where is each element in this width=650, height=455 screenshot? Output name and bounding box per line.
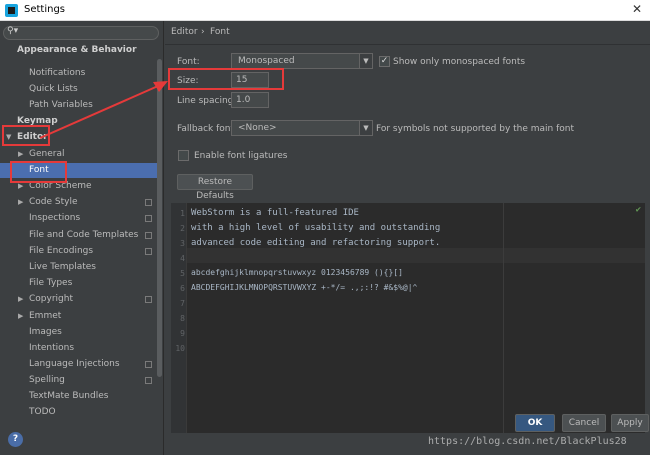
project-scope-icon bbox=[145, 361, 152, 368]
mono-only-label: Show only monospaced fonts bbox=[393, 57, 526, 67]
chevron-down-icon: ▼ bbox=[359, 121, 372, 135]
sidebar-item-code-style[interactable]: ▶ Code Style bbox=[0, 195, 158, 210]
sidebar-item-spelling[interactable]: Spelling bbox=[0, 373, 158, 388]
preview-line: abcdefghijklmnopqrstuvwxyz 0123456789 ()… bbox=[191, 268, 403, 277]
caret-row-highlight bbox=[187, 248, 645, 263]
sidebar-item-quick-lists[interactable]: Quick Lists bbox=[0, 82, 158, 97]
project-scope-icon bbox=[145, 232, 152, 239]
apply-button[interactable]: Apply bbox=[611, 414, 649, 432]
project-scope-icon bbox=[145, 296, 152, 303]
sidebar-item-appearance-behavior[interactable]: Appearance & Behavior bbox=[0, 43, 158, 58]
webstorm-app-icon bbox=[5, 4, 18, 17]
preview-line: advanced code editing and refactoring su… bbox=[191, 238, 441, 248]
annotation-box-size bbox=[168, 68, 284, 90]
close-icon[interactable]: ✕ bbox=[632, 2, 642, 16]
line-number: 2 bbox=[180, 224, 185, 233]
sidebar-item-file-types[interactable]: File Types bbox=[0, 276, 158, 291]
fallback-font-select[interactable]: <None> ▼ bbox=[231, 120, 373, 136]
line-number: 6 bbox=[180, 284, 185, 293]
annotation-box-font bbox=[10, 161, 67, 183]
line-number: 10 bbox=[175, 344, 185, 353]
checkmark-icon: ✔ bbox=[635, 205, 641, 215]
search-input[interactable]: ⚲▾ bbox=[3, 26, 159, 40]
line-spacing-input[interactable]: 1.0 bbox=[231, 92, 269, 108]
sidebar-item-file-code-templates[interactable]: File and Code Templates bbox=[0, 228, 158, 243]
sidebar-item-inspections[interactable]: Inspections bbox=[0, 211, 158, 226]
line-number: 9 bbox=[180, 329, 185, 338]
mono-only-checkbox[interactable]: ✓ bbox=[379, 56, 390, 67]
watermark: https://blog.csdn.net/BlackPlus28 bbox=[428, 436, 627, 447]
line-number: 7 bbox=[180, 299, 185, 308]
font-label: Font: bbox=[177, 57, 200, 67]
line-number: 1 bbox=[180, 209, 185, 218]
fallback-hint: For symbols not supported by the main fo… bbox=[376, 124, 575, 134]
sidebar-item-emmet[interactable]: ▶ Emmet bbox=[0, 309, 158, 324]
chevron-right-icon[interactable]: ▶ bbox=[18, 195, 23, 210]
breadcrumb-section[interactable]: Editor bbox=[171, 27, 198, 37]
sidebar-item-textmate-bundles[interactable]: TextMate Bundles bbox=[0, 389, 158, 404]
font-select[interactable]: Monospaced ▼ bbox=[231, 53, 373, 69]
right-margin-guide bbox=[503, 203, 504, 433]
sidebar-item-notifications[interactable]: Notifications bbox=[0, 66, 158, 81]
project-scope-icon bbox=[145, 215, 152, 222]
chevron-right-icon[interactable]: ▶ bbox=[18, 147, 23, 162]
settings-sidebar: ⚲▾ Appearance & Behavior Notifications Q… bbox=[0, 21, 164, 455]
preview-line: with a high level of usability and outst… bbox=[191, 223, 441, 233]
sidebar-item-copyright[interactable]: ▶ Copyright bbox=[0, 292, 158, 307]
sidebar-item-general[interactable]: ▶ General bbox=[0, 147, 158, 162]
preview-line: ABCDEFGHIJKLMNOPQRSTUVWXYZ +-*/= .,;:!? … bbox=[191, 283, 418, 292]
chevron-down-icon: ▼ bbox=[359, 54, 372, 68]
help-button[interactable]: ? bbox=[8, 432, 23, 447]
ok-button[interactable]: OK bbox=[515, 414, 555, 432]
sidebar-item-live-templates[interactable]: Live Templates bbox=[0, 260, 158, 275]
breadcrumb: Editor › Font bbox=[165, 21, 650, 45]
line-number: 3 bbox=[180, 239, 185, 248]
sidebar-item-file-encodings[interactable]: File Encodings bbox=[0, 244, 158, 259]
title-bar: Settings ✕ bbox=[0, 0, 650, 21]
breadcrumb-separator: › bbox=[201, 27, 205, 37]
sidebar-item-language-injections[interactable]: Language Injections bbox=[0, 357, 158, 372]
cancel-button[interactable]: Cancel bbox=[562, 414, 606, 432]
sidebar-scrollbar[interactable] bbox=[157, 59, 162, 377]
sidebar-item-images[interactable]: Images bbox=[0, 325, 158, 340]
preview-line: WebStorm is a full-featured IDE bbox=[191, 208, 359, 218]
sidebar-item-path-variables[interactable]: Path Variables bbox=[0, 98, 158, 113]
font-select-value: Monospaced bbox=[238, 56, 295, 66]
line-number: 8 bbox=[180, 314, 185, 323]
sidebar-item-intentions[interactable]: Intentions bbox=[0, 341, 158, 356]
ligatures-label: Enable font ligatures bbox=[194, 151, 288, 161]
font-preview-editor[interactable]: ✔ 1 2 3 4 5 6 7 8 9 10 WebStorm is a ful… bbox=[171, 203, 645, 433]
line-number: 4 bbox=[180, 254, 185, 263]
annotation-box-editor bbox=[2, 125, 50, 146]
project-scope-icon bbox=[145, 248, 152, 255]
fallback-font-label: Fallback font: bbox=[177, 124, 238, 134]
restore-defaults-button[interactable]: Restore Defaults bbox=[177, 174, 253, 201]
breadcrumb-page: Font bbox=[210, 27, 230, 37]
line-number: 5 bbox=[180, 269, 185, 278]
line-spacing-label: Line spacing: bbox=[177, 96, 237, 106]
window-title: Settings bbox=[24, 4, 66, 15]
chevron-right-icon[interactable]: ▶ bbox=[18, 292, 23, 307]
ligatures-checkbox[interactable] bbox=[178, 150, 189, 161]
chevron-right-icon[interactable]: ▶ bbox=[18, 309, 23, 324]
project-scope-icon bbox=[145, 199, 152, 206]
sidebar-item-todo[interactable]: TODO bbox=[0, 405, 158, 420]
fallback-font-value: <None> bbox=[238, 123, 277, 133]
project-scope-icon bbox=[145, 377, 152, 384]
search-icon: ⚲▾ bbox=[7, 26, 19, 36]
